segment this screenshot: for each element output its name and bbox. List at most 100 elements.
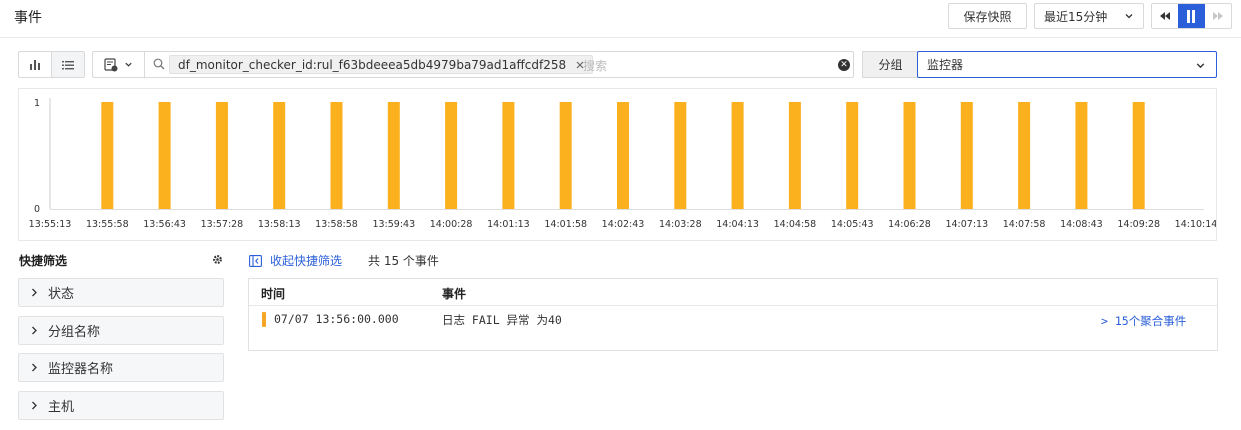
x-tick-label: 14:06:28: [888, 219, 931, 230]
x-tick-label: 14:04:13: [716, 219, 759, 230]
quick-filter-item-group-name[interactable]: 分组名称: [18, 316, 224, 345]
collapse-panel-icon: [249, 254, 262, 267]
chevron-right-icon: [32, 288, 37, 297]
view-toggle: [18, 51, 85, 78]
bar: [1018, 102, 1031, 209]
bar: [617, 102, 629, 209]
bar: [273, 102, 286, 209]
search-icon: [153, 58, 165, 70]
table-header: 时间 事件: [249, 279, 1217, 306]
rewind-button[interactable]: [1152, 4, 1178, 28]
time-range-select[interactable]: 最近15分钟: [1034, 3, 1144, 29]
event-table: 时间 事件 07/07 13:56:00.000 日志 FAIL 异常 为40 …: [248, 278, 1218, 351]
x-tick-label: 14:10:14: [1175, 219, 1216, 230]
playback-controls: [1151, 3, 1232, 29]
x-tick-label: 14:03:28: [659, 219, 702, 230]
bar: [101, 102, 114, 209]
x-tick-label: 14:09:28: [1117, 219, 1160, 230]
x-tick-label: 13:58:13: [258, 219, 301, 230]
chevron-right-icon: [32, 401, 37, 410]
status-indicator: [262, 312, 266, 327]
collapse-quick-filter-label: 收起快捷筛选: [270, 254, 343, 268]
x-tick-label: 13:55:58: [86, 219, 129, 230]
y-tick-label: 1: [34, 98, 40, 109]
event-time: 07/07 13:56:00.000: [274, 312, 399, 326]
event-message: 日志 FAIL 异常 为40: [442, 313, 562, 327]
bar: [788, 102, 801, 209]
bar: [215, 102, 228, 209]
x-tick-label: 14:05:43: [831, 219, 874, 230]
time-range-label: 最近15分钟: [1044, 9, 1108, 24]
table-row[interactable]: 07/07 13:56:00.000 日志 FAIL 异常 为40 > 15个聚…: [249, 307, 1217, 333]
chevron-right-icon: [32, 363, 37, 372]
bar: [502, 102, 515, 209]
quick-filter-item-host[interactable]: 主机: [18, 391, 224, 420]
quick-filter-item-status[interactable]: 状态: [18, 278, 224, 307]
quick-filter-item-label: 状态: [48, 287, 75, 302]
event-histogram: 1 0 13:55:13 13:55:58 13:56:43 13:57:28 13:58:…: [18, 88, 1217, 241]
bar: [559, 102, 572, 209]
x-tick-label: 14:02:43: [602, 219, 645, 230]
x-tick-label: 13:58:58: [315, 219, 358, 230]
column-header-event: 事件: [442, 287, 467, 301]
bar: [903, 102, 916, 209]
gear-icon[interactable]: [212, 254, 223, 265]
search-input[interactable]: 搜索: [583, 57, 607, 74]
bar: [445, 102, 458, 209]
search-bar[interactable]: df_monitor_checker_id:rul_f63bdeeea5db49…: [92, 51, 854, 78]
clear-search-icon[interactable]: ✕: [838, 59, 850, 71]
chevron-down-icon: [1125, 14, 1133, 19]
quick-filter-title: 快捷筛选: [19, 254, 68, 268]
quick-filter-item-label: 分组名称: [48, 325, 101, 340]
bar: [158, 102, 171, 209]
group-by-label: 分组: [862, 51, 918, 78]
pause-icon: [1187, 9, 1196, 23]
quick-filter-item-label: 监控器名称: [48, 362, 114, 377]
bar: [674, 102, 687, 209]
x-tick-label: 13:55:13: [29, 219, 72, 230]
x-tick-label: 14:08:43: [1060, 219, 1103, 230]
chevron-right-icon: [32, 326, 37, 335]
aggregate-events-link[interactable]: > 15个聚合事件: [1101, 313, 1186, 329]
pause-button[interactable]: [1178, 4, 1205, 28]
bar: [731, 102, 744, 209]
x-tick-label: 13:56:43: [143, 219, 186, 230]
event-count: 共 15 个事件: [368, 254, 439, 268]
chevron-down-icon: [125, 62, 132, 67]
list-view-button[interactable]: [51, 52, 84, 77]
save-snapshot-button[interactable]: 保存快照: [948, 3, 1027, 29]
bar: [1132, 102, 1145, 209]
chevron-down-icon: [1196, 63, 1205, 69]
x-tick-label: 13:59:43: [372, 219, 415, 230]
group-by-value: 监控器: [927, 58, 964, 72]
x-tick-label: 14:01:58: [544, 219, 587, 230]
filter-tag-text: df_monitor_checker_id:rul_f63bdeeea5db49…: [178, 57, 567, 72]
fast-forward-icon: [1212, 12, 1223, 20]
x-tick-label: 14:07:58: [1003, 219, 1046, 230]
chart-view-button[interactable]: [19, 52, 51, 77]
x-tick-label: 14:07:13: [945, 219, 988, 230]
bar: [387, 102, 400, 209]
bar: [846, 102, 859, 209]
header-divider: [0, 37, 1241, 38]
x-tick-label: 14:04:58: [774, 219, 817, 230]
filter-type-select[interactable]: [93, 52, 145, 77]
bar-chart-icon: [30, 60, 40, 70]
forward-button[interactable]: [1205, 4, 1231, 28]
quick-filter-item-monitor-name[interactable]: 监控器名称: [18, 353, 224, 382]
bar: [1075, 102, 1088, 209]
bar: [330, 102, 343, 209]
collapse-quick-filter-link[interactable]: 收起快捷筛选: [249, 252, 342, 269]
column-header-time: 时间: [261, 287, 286, 301]
filter-document-icon: [104, 57, 118, 71]
filter-tag[interactable]: df_monitor_checker_id:rul_f63bdeeea5db49…: [169, 55, 594, 74]
quick-filter-item-label: 主机: [48, 400, 75, 415]
x-tick-label: 14:01:13: [487, 219, 530, 230]
group-by-select[interactable]: 监控器: [917, 51, 1217, 78]
x-tick-label: 14:00:28: [430, 219, 473, 230]
x-tick-label: 13:57:28: [201, 219, 244, 230]
bar: [960, 102, 973, 209]
histogram-svg: 1 0 13:55:13 13:55:58 13:56:43 13:57:28 13:58:…: [29, 98, 1216, 230]
y-tick-label: 0: [34, 204, 40, 215]
page-title: 事件: [14, 10, 42, 26]
